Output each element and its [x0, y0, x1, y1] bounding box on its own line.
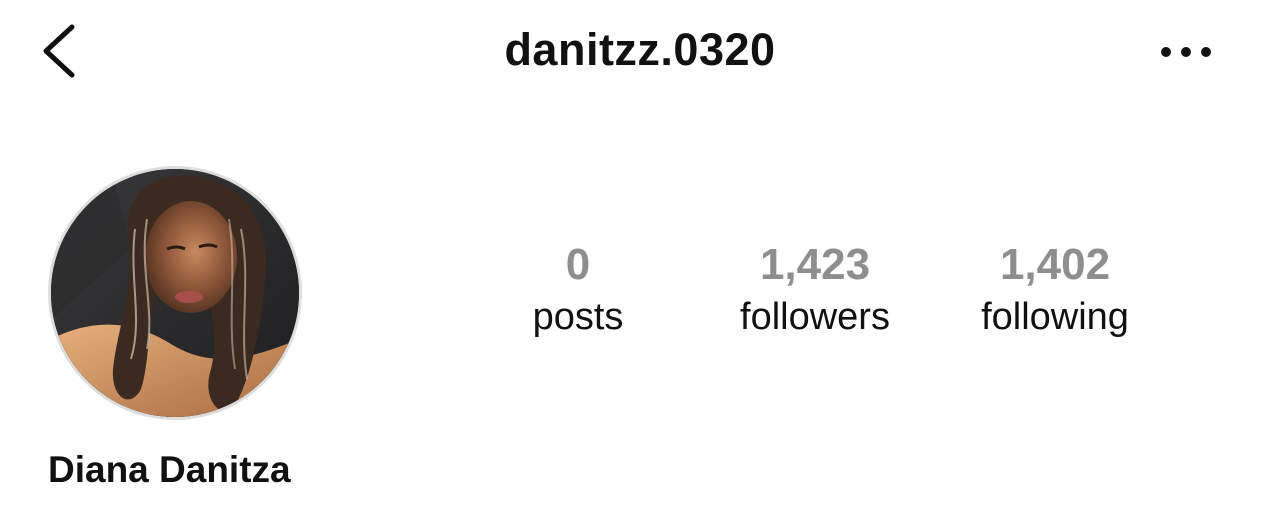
following-count: 1,402 [999, 240, 1111, 289]
profile-stats: 0 posts 1,423 followers 1,402 following [0, 236, 1280, 356]
following-label: following [981, 296, 1129, 338]
more-horizontal-icon [1161, 47, 1211, 57]
more-options-button[interactable] [1150, 30, 1222, 74]
stat-following[interactable]: 1,402 following [950, 236, 1160, 340]
followers-label: followers [740, 296, 890, 338]
followers-count: 1,423 [759, 240, 871, 289]
stat-posts[interactable]: 0 posts [508, 236, 648, 340]
stat-followers[interactable]: 1,423 followers [710, 236, 920, 340]
profile-username: danitzz.0320 [504, 24, 776, 75]
posts-count: 0 [565, 240, 591, 289]
top-navigation-bar: danitzz.0320 [0, 0, 1280, 100]
posts-label: posts [532, 296, 624, 338]
profile-display-name: Diana Danitza [48, 449, 291, 490]
